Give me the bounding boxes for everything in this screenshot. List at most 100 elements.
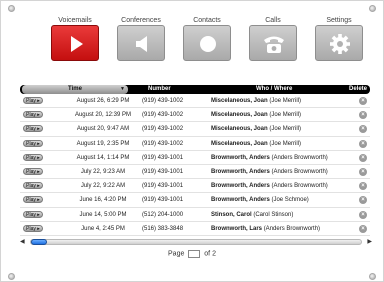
delete-icon[interactable]: × xyxy=(359,182,367,191)
table-row: Play ▸ June 16, 4:20 PM (919) 439-1001 Brow… xyxy=(20,193,370,208)
screw-icon xyxy=(8,5,15,12)
table-row: Play ▸ July 22, 9:22 AM (919) 439-1001 Brow… xyxy=(20,179,370,194)
play-button[interactable]: Play ▸ xyxy=(23,196,43,204)
nav-tile[interactable] xyxy=(315,25,363,61)
play-button[interactable]: Play ▸ xyxy=(23,182,43,190)
contact-where: (Carol Stinson) xyxy=(253,211,294,218)
time-cell: August 20, 9:47 AM xyxy=(76,126,130,133)
table-row: Play ▸ August 19, 2:35 PM (919) 439-1002 Mi… xyxy=(20,137,370,151)
contact-where: (Anders Brownworth) xyxy=(271,183,328,190)
screw-icon xyxy=(369,5,376,12)
voicemail-table: Time ▼ Number Who / Where Delete Play ▸ A… xyxy=(20,85,370,236)
scroll-right-arrow-icon[interactable]: ▶ xyxy=(367,238,372,246)
who-cell: Miscelaneous, Joan (Joe Merrill) xyxy=(211,94,339,108)
nav-settings[interactable]: Settings xyxy=(314,16,364,61)
nav-contacts[interactable]: Contacts xyxy=(182,16,232,61)
delete-icon[interactable]: × xyxy=(359,97,367,105)
contact-name: Brownworth, Anders xyxy=(211,183,270,190)
page-label: Page xyxy=(168,250,185,258)
number-cell: (919) 439-1002 xyxy=(142,112,184,119)
time-cell: July 22, 9:22 AM xyxy=(80,183,126,190)
screw-icon xyxy=(369,273,376,280)
time-cell: August 20, 12:39 PM xyxy=(74,112,132,119)
table-body: Play ▸ August 26, 6:29 PM (919) 439-1002 Mi… xyxy=(20,94,370,236)
nav-calls[interactable]: Calls xyxy=(248,16,298,61)
nav-tile[interactable] xyxy=(183,25,231,61)
play-button[interactable]: Play ▸ xyxy=(23,125,43,133)
number-column-header[interactable]: Number xyxy=(148,85,171,94)
table-row: Play ▸ June 14, 5:00 PM (512) 204-1000 Stin… xyxy=(20,208,370,222)
time-cell: August 14, 1:14 PM xyxy=(76,154,130,161)
scroll-track[interactable] xyxy=(30,239,362,245)
nav-tile[interactable] xyxy=(117,25,165,61)
nav-label: Settings xyxy=(326,17,352,24)
nav-conferences[interactable]: Conferences xyxy=(116,16,166,61)
nav-tile[interactable] xyxy=(249,25,297,61)
contact-where: (Anders Brownworth) xyxy=(263,225,321,232)
play-button[interactable]: Play ▸ xyxy=(23,111,43,119)
megaphone-icon xyxy=(136,36,147,52)
time-cell: June 14, 5:00 PM xyxy=(79,211,127,218)
table-row: Play ▸ July 22, 9:23 AM (919) 439-1001 Brow… xyxy=(20,165,370,180)
circle-icon xyxy=(200,36,216,52)
contact-name: Miscelaneous, Joan xyxy=(211,112,268,119)
who-cell: Brownworth, Anders (Anders Brownworth) xyxy=(211,151,339,165)
contact-name: Miscelaneous, Joan xyxy=(211,140,268,147)
table-row: Play ▸ August 20, 9:47 AM (919) 439-1002 Mi… xyxy=(20,122,370,137)
time-cell: August 26, 6:29 PM xyxy=(76,98,130,104)
delete-icon[interactable]: × xyxy=(359,139,367,148)
table-row: Play ▸ August 14, 1:14 PM (919) 439-1001 Br… xyxy=(20,151,370,165)
time-cell: June 4, 2:45 PM xyxy=(81,225,125,232)
contact-name: Brownworth, Anders xyxy=(211,197,270,204)
time-cell: June 16, 4:20 PM xyxy=(79,197,127,204)
scroll-thumb[interactable] xyxy=(31,239,47,245)
contact-name: Brownworth, Anders xyxy=(211,168,270,175)
who-cell: Brownworth, Anders (Anders Brownworth) xyxy=(211,179,339,193)
nav-label: Calls xyxy=(265,17,281,24)
play-button[interactable]: Play ▸ xyxy=(23,153,43,161)
contact-where: (Joe Merrill) xyxy=(269,140,302,147)
play-button[interactable]: Play ▸ xyxy=(23,210,43,218)
play-button[interactable]: Play ▸ xyxy=(23,224,43,232)
number-cell: (919) 439-1002 xyxy=(142,126,184,133)
contact-where: (Anders Brownworth) xyxy=(271,168,328,175)
play-button[interactable]: Play ▸ xyxy=(23,97,43,104)
nav-voicemails[interactable]: Voicemails xyxy=(50,16,100,61)
delete-icon[interactable]: × xyxy=(359,167,367,176)
table-row: Play ▸ June 4, 2:45 PM (516) 383-3848 Brown… xyxy=(20,222,370,236)
sort-desc-icon: ▼ xyxy=(120,86,125,92)
contact-where: (Joe Merrill) xyxy=(269,112,302,119)
nav-tile[interactable] xyxy=(51,25,99,61)
play-button[interactable]: Play ▸ xyxy=(23,139,43,147)
time-column-header[interactable]: Time ▼ xyxy=(22,85,128,94)
screw-icon xyxy=(8,273,15,280)
delete-icon[interactable]: × xyxy=(359,224,367,233)
delete-icon[interactable]: × xyxy=(359,153,367,162)
delete-icon[interactable]: × xyxy=(359,125,367,134)
delete-icon[interactable]: × xyxy=(359,210,367,219)
phone-icon xyxy=(264,36,284,53)
contact-name: Miscelaneous, Joan xyxy=(211,98,268,104)
number-cell: (919) 439-1001 xyxy=(142,168,184,175)
who-cell: Brownworth, Lars (Anders Brownworth) xyxy=(211,222,339,236)
gear-icon xyxy=(330,34,350,54)
contact-name: Brownworth, Lars xyxy=(211,225,263,232)
who-cell: Stinson, Carol (Carol Stinson) xyxy=(211,208,339,222)
contact-name: Miscelaneous, Joan xyxy=(211,126,268,133)
contact-where: (Joe Schmoe) xyxy=(271,197,309,204)
number-cell: (919) 439-1001 xyxy=(142,183,184,190)
play-button[interactable]: Play ▸ xyxy=(23,167,43,175)
delete-icon[interactable]: × xyxy=(359,111,367,120)
delete-icon[interactable]: × xyxy=(359,196,367,205)
top-nav: Voicemails Conferences Contacts Calls Se… xyxy=(40,16,363,66)
contact-where: (Anders Brownworth) xyxy=(271,154,328,161)
play-icon xyxy=(71,36,83,52)
table-header: Time ▼ Number Who / Where Delete xyxy=(20,85,370,94)
nav-label: Voicemails xyxy=(58,17,92,24)
contact-where: (Joe Merrill) xyxy=(269,126,302,133)
who-column-header[interactable]: Who / Where xyxy=(256,85,292,94)
number-cell: (516) 383-3848 xyxy=(142,225,184,232)
page-input[interactable] xyxy=(188,250,201,258)
scroll-left-arrow-icon[interactable]: ◀ xyxy=(20,238,25,246)
horizontal-scrollbar[interactable]: ◀ ▶ xyxy=(20,238,372,246)
